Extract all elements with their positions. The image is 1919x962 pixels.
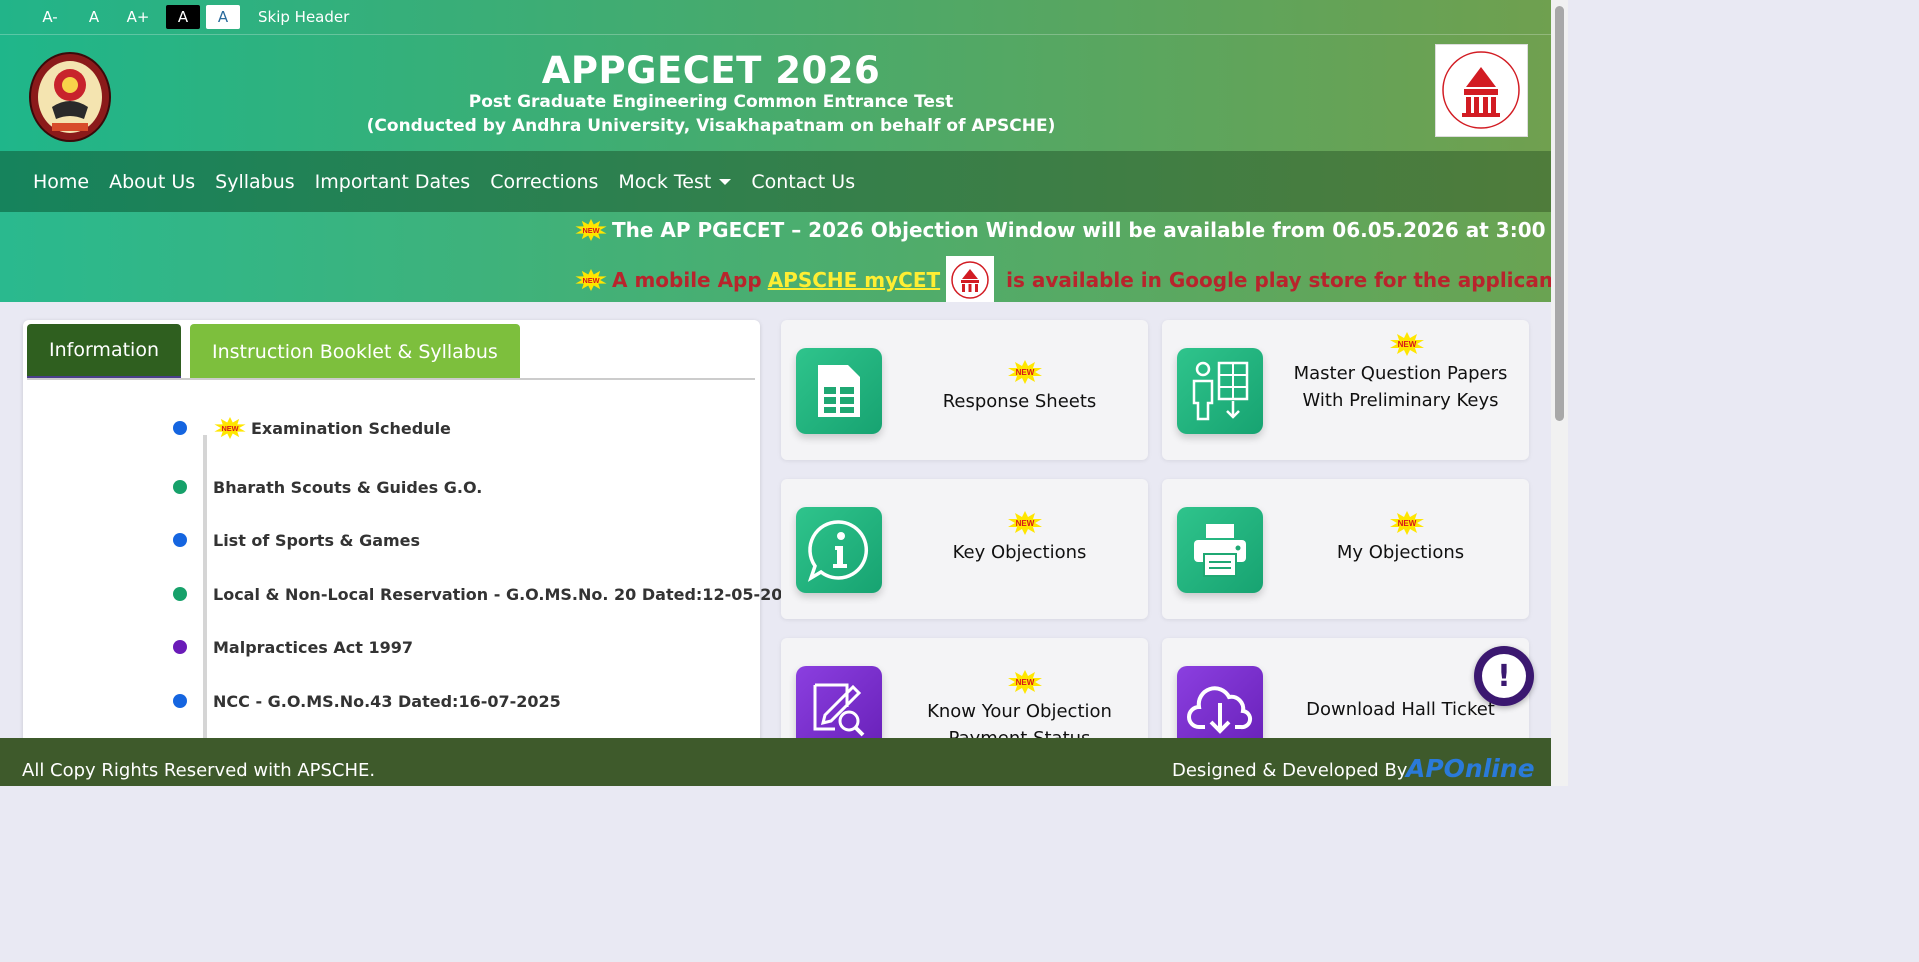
timeline-label: Local & Non-Local Reservation - G.O.MS.N… [213,584,805,604]
card-response-sheets[interactable]: NEW Response Sheets [781,320,1148,460]
page-scrollbar[interactable] [1551,0,1568,786]
info-bubble-icon [796,507,882,593]
information-panel: Information Instruction Booklet & Syllab… [23,320,805,755]
timeline-label: NCC - G.O.MS.No.43 Dated:16-07-2025 [213,691,561,711]
new-badge-icon: NEW [574,269,608,291]
timeline-line [203,435,207,755]
svg-text:NEW: NEW [1016,368,1035,377]
nav-about-us[interactable]: About Us [99,171,205,193]
card-label: My Objections [1336,542,1465,563]
card-label: Know Your Objection [927,701,1112,722]
timeline-dot [173,480,187,494]
timeline-dot [173,533,187,547]
apsche-mycet-link[interactable]: APSCHE myCET [768,268,940,292]
footer: All Copy Rights Reserved with APSCHE. De… [0,738,1551,786]
nav-contact-us[interactable]: Contact Us [741,171,865,193]
timeline-text-wrap: NEW Examination Schedule [213,417,451,439]
ticker-line-objection-window[interactable]: NEW The AP PGECET – 2026 Objection Windo… [574,218,1551,242]
new-badge-icon: NEW [1007,360,1043,384]
svg-text:NEW: NEW [1016,519,1035,528]
announcement-ticker: NEW The AP PGECET – 2026 Objection Windo… [0,212,1551,302]
dark-contrast-button[interactable]: A [166,5,200,29]
skip-header-link[interactable]: Skip Header [258,8,349,26]
timeline-label: List of Sports & Games [213,530,421,550]
new-badge-icon: NEW [1007,670,1043,694]
site-header: APPGECET 2026 Post Graduate Engineering … [0,35,1551,151]
ticker-app-suffix: is available in Google play store for th… [1006,268,1551,292]
new-badge-icon: NEW [1389,332,1425,356]
svg-text:NEW: NEW [582,276,599,285]
font-normal-button[interactable]: A [72,8,116,26]
page-subtitle-conducted-by: (Conducted by Andhra University, Visakha… [366,116,1056,136]
spreadsheet-icon [796,348,882,434]
timeline-dot [173,587,187,601]
person-grid-icon [1177,348,1263,434]
designed-by-text: Designed & Developed By [1172,760,1408,781]
nav-mock-test-dropdown[interactable]: Mock Test [608,171,741,193]
new-badge-icon: NEW [1007,511,1043,535]
page-subtitle: Post Graduate Engineering Common Entranc… [468,92,954,112]
svg-text:NEW: NEW [221,424,238,433]
nav-home[interactable]: Home [23,171,99,193]
ticker-app-prefix: A mobile App [612,268,762,292]
accessibility-bar: A- A A+ A A Skip Header [0,0,1551,35]
main-navigation: Home About Us Syllabus Important Dates C… [0,151,1551,212]
timeline-label: Examination Schedule [251,418,451,438]
nav-corrections[interactable]: Corrections [480,171,608,193]
svg-text:NEW: NEW [1016,678,1035,687]
printer-icon [1177,507,1263,593]
mycet-app-logo[interactable] [946,256,995,302]
timeline-label: Malpractices Act 1997 [213,637,414,657]
card-label: Response Sheets [942,391,1097,412]
card-label-line2: With Preliminary Keys [1302,390,1499,411]
card-key-objections[interactable]: NEW Key Objections [781,479,1148,619]
new-badge-icon: NEW [574,219,608,241]
scrollbar-thumb[interactable] [1555,6,1564,421]
exclamation-icon: ! [1482,654,1526,698]
card-label: Master Question Papers [1293,363,1508,384]
ticker-line-mobile-app: NEW A mobile App APSCHE myCET is availab… [574,256,1551,302]
timeline-dot [173,694,187,708]
svg-text:NEW: NEW [1398,340,1417,349]
timeline-label: Bharath Scouts & Guides G.O. [213,477,483,497]
svg-text:NEW: NEW [1398,519,1417,528]
nav-syllabus[interactable]: Syllabus [205,171,305,193]
timeline-dot [173,421,187,435]
nav-mock-test-label: Mock Test [618,170,712,193]
tab-divider [27,378,755,380]
page-title: APPGECET 2026 [541,49,881,92]
caret-down-icon [719,179,732,185]
light-contrast-button[interactable]: A [206,5,240,29]
alert-button[interactable]: ! [1474,646,1534,706]
font-decrease-button[interactable]: A- [28,8,72,26]
apsche-logo [1435,44,1528,137]
font-increase-button[interactable]: A+ [116,8,160,26]
card-label: Key Objections [952,542,1087,563]
info-tabs: Information Instruction Booklet & Syllab… [27,324,529,379]
copyright-text: All Copy Rights Reserved with APSCHE. [22,760,376,781]
tab-instruction-booklet[interactable]: Instruction Booklet & Syllabus [189,324,520,379]
card-master-question-papers[interactable]: NEW Master Question Papers With Prelimin… [1162,320,1529,460]
new-badge-icon: NEW [1389,511,1425,535]
svg-text:NEW: NEW [582,226,599,235]
timeline-dot [173,640,187,654]
card-my-objections[interactable]: NEW My Objections [1162,479,1529,619]
tab-information[interactable]: Information [27,324,181,379]
ticker-text: The AP PGECET – 2026 Objection Window wi… [612,218,1551,242]
aponline-logo[interactable]: APOnline [1406,754,1535,783]
new-badge-icon: NEW [213,417,247,439]
nav-important-dates[interactable]: Important Dates [305,171,481,193]
